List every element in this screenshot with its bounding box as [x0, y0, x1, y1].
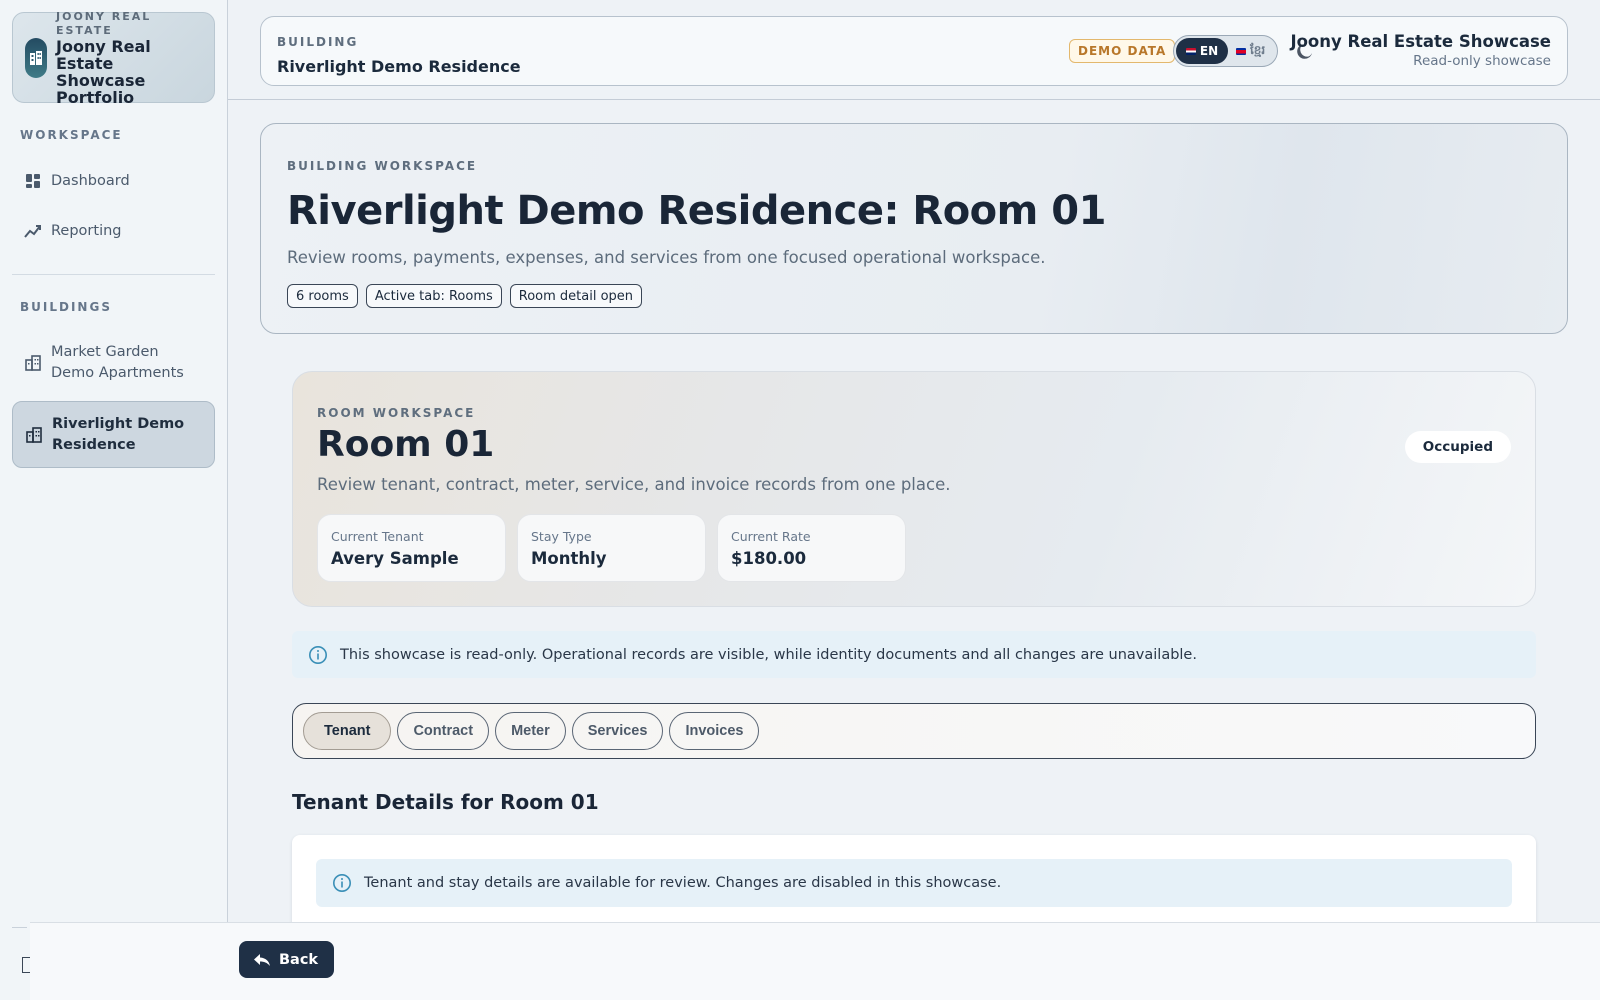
stat-value: Avery Sample	[331, 549, 459, 568]
room-workspace-card: ROOM WORKSPACE Room 01 Review tenant, co…	[292, 371, 1536, 607]
tenant-notice: Tenant and stay details are available fo…	[316, 859, 1512, 907]
building-icon	[24, 354, 42, 372]
hero-subtitle: Review rooms, payments, expenses, and se…	[287, 248, 1046, 267]
sidebar-item-label: Riverlight Demo Residence	[52, 415, 185, 453]
language-option-km[interactable]: ខ្មែរ	[1228, 38, 1273, 64]
workspace-heading: WORKSPACE	[20, 128, 123, 142]
user-name: Joony Real Estate Showcase	[1290, 32, 1551, 51]
demo-data-badge: DEMO DATA	[1069, 39, 1176, 63]
room-title: Room 01	[317, 424, 495, 465]
reply-arrow-icon	[254, 953, 270, 966]
sidebar-item-dashboard[interactable]: Dashboard	[12, 168, 215, 194]
brand-eyebrow: JOONY REAL ESTATE	[56, 9, 152, 37]
cambodia-flag-icon	[1236, 47, 1246, 55]
footer-bar: Back	[30, 922, 1600, 1000]
sidebar-footer-divider	[12, 927, 27, 928]
dashboard-icon	[24, 172, 42, 190]
tab-contract[interactable]: Contract	[397, 712, 490, 750]
user-info: Joony Real Estate Showcase Read-only sho…	[1290, 31, 1551, 70]
chip-room-detail: Room detail open	[509, 284, 643, 308]
chip-room-count: 6 rooms	[287, 284, 358, 308]
sidebar-divider	[12, 274, 215, 275]
building-workspace-hero: BUILDING WORKSPACE Riverlight Demo Resid…	[260, 123, 1568, 334]
buildings-heading: BUILDINGS	[20, 300, 112, 314]
room-subtitle: Review tenant, contract, meter, service,…	[317, 475, 951, 494]
stat-current-rate: Current Rate $180.00	[717, 514, 906, 582]
brand-card[interactable]: JOONY REAL ESTATE Joony Real Estate Show…	[12, 9, 215, 107]
tab-services[interactable]: Services	[571, 712, 664, 750]
room-status-badge: Occupied	[1404, 431, 1511, 463]
sidebar-item-reporting[interactable]: Reporting	[12, 218, 215, 244]
sidebar-item-label: Reporting	[51, 223, 122, 239]
hero-eyebrow: BUILDING WORKSPACE	[287, 159, 478, 173]
info-icon	[309, 645, 327, 664]
room-tabs: Tenant Contract Meter Services Invoices	[292, 703, 1536, 759]
page-title: Riverlight Demo Residence: Room 01	[287, 188, 1106, 234]
sidebar: JOONY REAL ESTATE Joony Real Estate Show…	[0, 0, 228, 1000]
stat-value: $180.00	[731, 549, 807, 568]
user-role: Read-only showcase	[1413, 53, 1551, 69]
room-eyebrow: ROOM WORKSPACE	[317, 406, 476, 420]
uk-flag-icon	[1185, 47, 1196, 55]
language-code: EN	[1199, 44, 1219, 58]
building-logo-icon	[25, 37, 47, 78]
tab-meter[interactable]: Meter	[495, 712, 566, 750]
logout-icon[interactable]	[22, 957, 30, 973]
tenant-notice-text: Tenant and stay details are available fo…	[364, 875, 1002, 891]
language-switch[interactable]: EN ខ្មែរ	[1173, 35, 1278, 67]
back-button-label: Back	[279, 951, 319, 968]
back-button[interactable]: Back	[239, 941, 335, 978]
header: BUILDING Riverlight Demo Residence DEMO …	[228, 0, 1600, 100]
language-option-en[interactable]: EN	[1176, 38, 1228, 64]
header-building-title: Riverlight Demo Residence	[277, 57, 521, 76]
tab-tenant[interactable]: Tenant	[303, 712, 392, 750]
brand-name: Joony Real Estate Showcase Portfolio	[56, 36, 151, 107]
tab-invoices[interactable]: Invoices	[669, 712, 760, 750]
sidebar-item-market-garden[interactable]: Market Garden Demo Apartments	[12, 340, 215, 386]
stat-label: Stay Type	[531, 529, 592, 544]
chart-line-icon	[24, 222, 42, 240]
info-icon	[333, 874, 351, 892]
header-eyebrow: BUILDING	[277, 35, 359, 49]
hero-chips: 6 rooms Active tab: Rooms Room detail op…	[287, 284, 643, 308]
building-header-card: BUILDING Riverlight Demo Residence DEMO …	[260, 16, 1568, 86]
stat-current-tenant: Current Tenant Avery Sample	[317, 514, 506, 582]
section-title: Tenant Details for Room 01	[292, 790, 599, 814]
stat-value: Monthly	[531, 549, 607, 568]
readonly-notice: This showcase is read-only. Operational …	[292, 631, 1536, 678]
language-code: ខ្មែរ	[1250, 43, 1266, 57]
chip-active-tab: Active tab: Rooms	[365, 284, 502, 308]
stat-stay-type: Stay Type Monthly	[517, 514, 706, 582]
sidebar-item-label: Market Garden Demo Apartments	[51, 344, 184, 381]
building-icon	[25, 426, 43, 444]
readonly-notice-text: This showcase is read-only. Operational …	[340, 646, 1197, 663]
stat-label: Current Rate	[731, 529, 811, 544]
sidebar-item-riverlight[interactable]: Riverlight Demo Residence	[12, 401, 215, 468]
stat-label: Current Tenant	[331, 529, 424, 544]
sidebar-item-label: Dashboard	[51, 173, 130, 189]
